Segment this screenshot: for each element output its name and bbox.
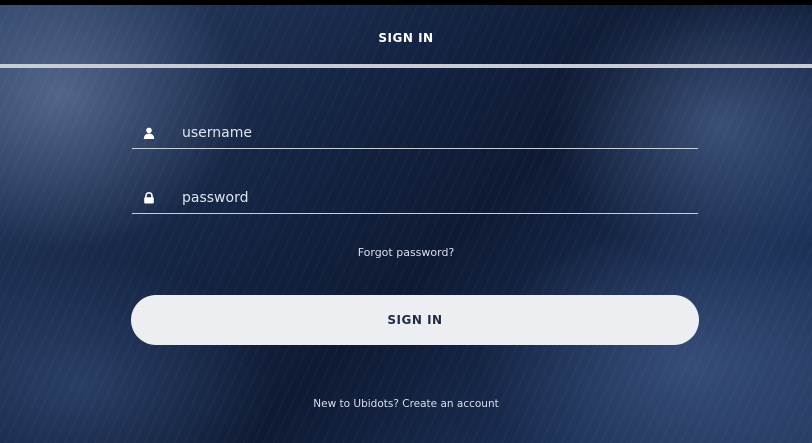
username-input[interactable] [182, 120, 698, 146]
sign-in-button[interactable]: SIGN IN [131, 295, 699, 345]
header-divider [0, 64, 812, 68]
create-account-prompt: New to Ubidots? [313, 398, 399, 410]
create-account-line: New to Ubidots? Create an account [0, 398, 812, 410]
password-field[interactable] [132, 183, 698, 214]
create-account-link[interactable]: Create an account [402, 398, 498, 410]
background-image [0, 5, 812, 443]
username-field[interactable] [132, 118, 698, 149]
password-input[interactable] [182, 185, 698, 211]
forgot-password-link[interactable]: Forgot password? [0, 246, 812, 259]
header-bar: SIGN IN [0, 5, 812, 64]
page-title: SIGN IN [378, 30, 434, 45]
user-icon [142, 126, 156, 140]
lock-icon [142, 191, 156, 205]
